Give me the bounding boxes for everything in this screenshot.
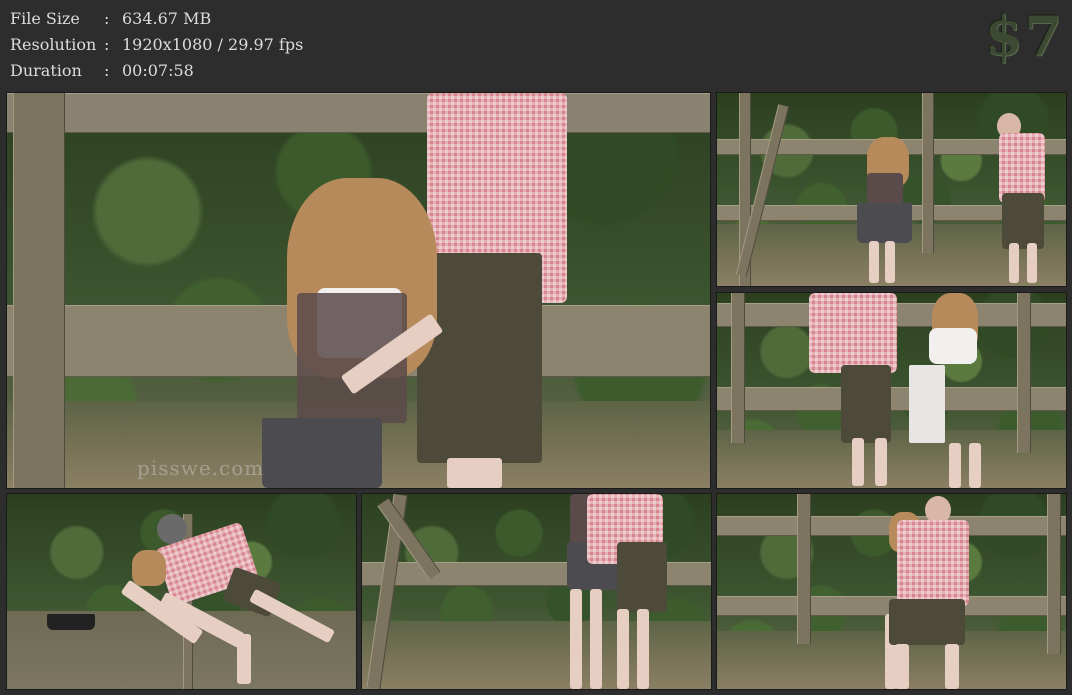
thumbnail-2[interactable] <box>716 92 1067 287</box>
resolution-separator: : <box>104 35 110 54</box>
duration-separator: : <box>104 61 110 80</box>
file-size-label: File Size <box>10 9 80 28</box>
thumbnail-1[interactable]: pisswe.com <box>6 92 711 489</box>
thumbnail-6-scene <box>717 494 1066 689</box>
watermark-text: pisswe.com <box>137 456 265 480</box>
file-size-value: 634.67 MB <box>122 9 212 28</box>
thumbnail-2-scene <box>717 93 1066 286</box>
duration-value: 00:07:58 <box>122 61 194 80</box>
resolution-value: 1920x1080 / 29.97 fps <box>122 35 304 54</box>
thumbnail-5-scene <box>362 494 711 689</box>
resolution-row: Resolution:1920x1080 / 29.97 fps <box>10 32 303 58</box>
thumbnail-5[interactable] <box>361 493 712 690</box>
price-badge: $7 <box>984 4 1064 68</box>
thumbnail-1-scene: pisswe.com <box>7 93 710 488</box>
resolution-label: Resolution <box>10 35 97 54</box>
thumbnail-4[interactable] <box>6 493 357 690</box>
file-size-row: File Size:634.67 MB <box>10 6 211 32</box>
info-header: File Size:634.67 MB Resolution:1920x1080… <box>0 0 1072 90</box>
thumbnail-3-scene <box>717 293 1066 488</box>
thumbnail-6[interactable] <box>716 493 1067 690</box>
thumbnail-3[interactable] <box>716 292 1067 489</box>
file-size-separator: : <box>104 9 110 28</box>
duration-label: Duration <box>10 61 82 80</box>
duration-row: Duration:00:07:58 <box>10 58 194 84</box>
thumbnail-4-scene <box>7 494 356 689</box>
